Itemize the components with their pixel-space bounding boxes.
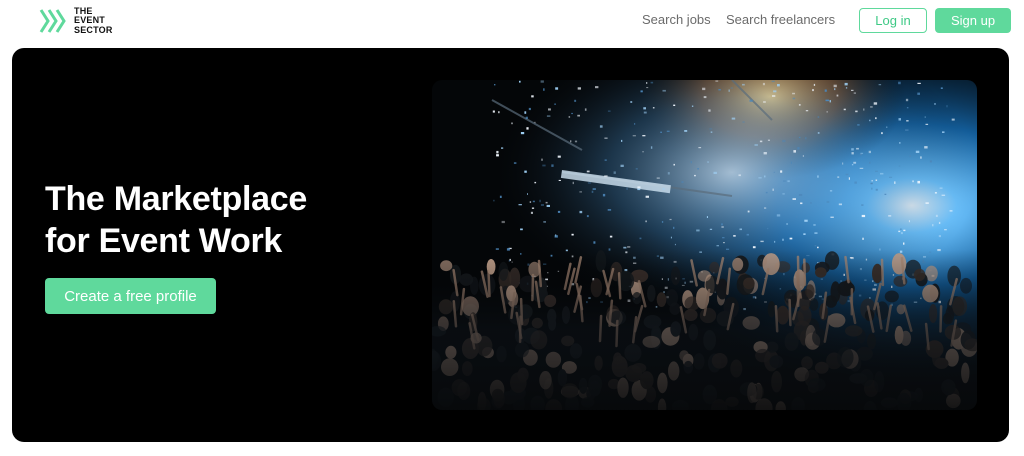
brand-logo[interactable]: THE EVENT SECTOR [38,5,113,37]
concert-crowd-photo [432,80,977,410]
hero-title-line-1: The Marketplace [45,180,307,218]
hero-title-line-2: for Event Work [45,222,282,260]
brand-wordmark: THE EVENT SECTOR [74,6,113,36]
login-button[interactable]: Log in [859,8,927,33]
chevron-logo-icon [39,9,66,33]
top-navigation-bar: THE EVENT SECTOR Search jobs Search free… [0,0,1024,44]
signup-button[interactable]: Sign up [935,8,1011,33]
hero-title: The Marketplace for Event Work [45,178,307,262]
hero-banner: The Marketplace for Event Work Create a … [12,48,1009,442]
create-profile-button[interactable]: Create a free profile [45,278,216,314]
search-jobs-link[interactable]: Search jobs [642,12,711,27]
brand-line-3: SECTOR [74,24,113,35]
search-freelancers-link[interactable]: Search freelancers [726,12,835,27]
